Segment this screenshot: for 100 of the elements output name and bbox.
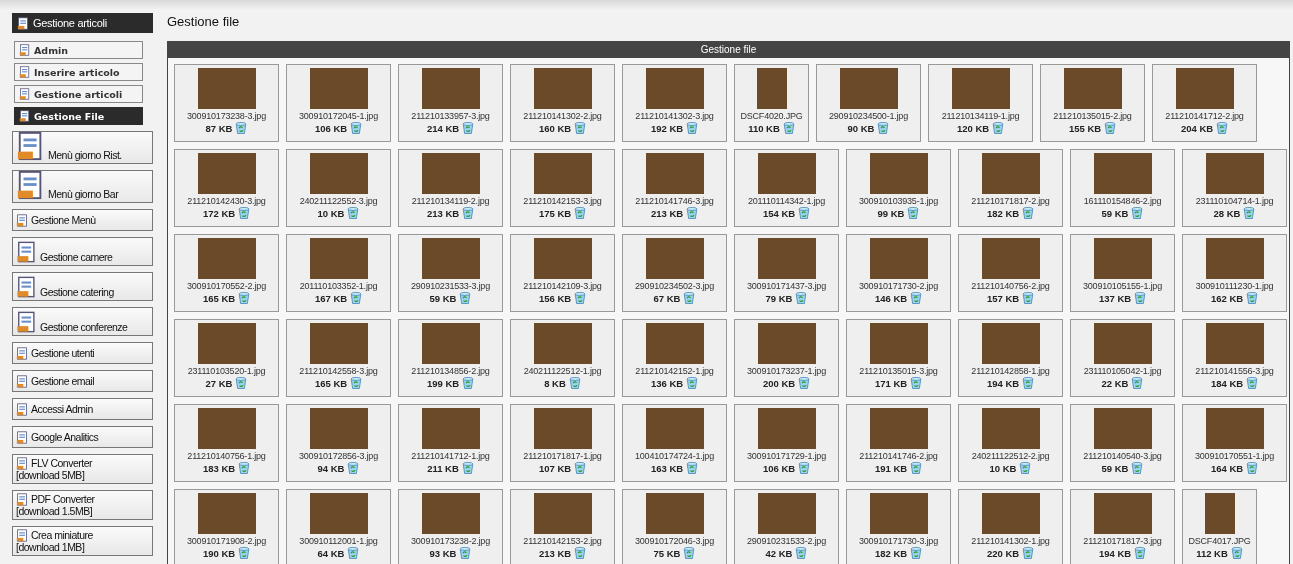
recycle-bin-icon[interactable] (910, 292, 923, 304)
recycle-bin-icon[interactable] (1131, 207, 1144, 219)
recycle-bin-icon[interactable] (907, 207, 920, 219)
file-size: 157 KB (986, 292, 1020, 304)
file-name: 300910103935-1.jpg (859, 196, 938, 206)
file-name: 231110105042-1.jpg (1083, 366, 1162, 376)
recycle-bin-icon[interactable] (992, 122, 1005, 134)
recycle-bin-icon[interactable] (1019, 462, 1032, 474)
recycle-bin-icon[interactable] (350, 122, 363, 134)
recycle-bin-icon[interactable] (462, 122, 475, 134)
menu-button[interactable]: Gestione catering (12, 272, 153, 301)
menu-button[interactable]: Gestione camere (12, 237, 153, 266)
recycle-bin-icon[interactable] (238, 547, 251, 559)
recycle-bin-icon[interactable] (1243, 207, 1256, 219)
recycle-bin-icon[interactable] (235, 377, 248, 389)
recycle-bin-icon[interactable] (910, 377, 923, 389)
recycle-bin-icon[interactable] (1230, 547, 1243, 559)
menu-button[interactable]: Accessi Admin (12, 398, 153, 420)
file-name: 211210171817-3.jpg (1083, 536, 1162, 546)
page-icon (16, 276, 38, 298)
section-header: Gestione articoli (12, 13, 153, 33)
recycle-bin-icon[interactable] (350, 377, 363, 389)
recycle-bin-icon[interactable] (1022, 547, 1035, 559)
page-icon (16, 430, 29, 444)
recycle-bin-icon[interactable] (347, 207, 360, 219)
file-size: 93 KB (429, 547, 457, 559)
submenu-item[interactable]: Gestione File (14, 107, 143, 125)
menu-button[interactable]: PDF Converter [download 1.5MB] (12, 490, 153, 520)
submenu-item[interactable]: Admin (14, 41, 143, 59)
menu-button[interactable]: Gestione email (12, 370, 153, 392)
recycle-bin-icon[interactable] (238, 292, 251, 304)
recycle-bin-icon[interactable] (347, 462, 360, 474)
recycle-bin-icon[interactable] (1022, 207, 1035, 219)
recycle-bin-icon[interactable] (1246, 292, 1259, 304)
recycle-bin-icon[interactable] (462, 207, 475, 219)
recycle-bin-icon[interactable] (235, 122, 248, 134)
menu-button[interactable]: Menù giorno Rist. (12, 131, 153, 164)
file-size: 59 KB (1101, 207, 1129, 219)
recycle-bin-icon[interactable] (798, 462, 811, 474)
submenu-item[interactable]: Gestione articoli (14, 85, 143, 103)
file-size: 59 KB (429, 292, 457, 304)
recycle-bin-icon[interactable] (910, 462, 923, 474)
page-icon (16, 493, 29, 506)
file-name: 231110104714-1.jpg (1195, 196, 1274, 206)
recycle-bin-icon[interactable] (459, 547, 472, 559)
recycle-bin-icon[interactable] (1134, 547, 1147, 559)
recycle-bin-icon[interactable] (350, 292, 363, 304)
recycle-bin-icon[interactable] (461, 462, 474, 474)
recycle-bin-icon[interactable] (238, 462, 251, 474)
menu-button[interactable]: Gestione utenti (12, 342, 153, 364)
menu-button[interactable]: Gestione Menù (12, 209, 153, 231)
file-size: 137 KB (1098, 292, 1132, 304)
menu-button[interactable]: FLV Converter [download 5MB] (12, 454, 153, 484)
file-name: DSCF4020.JPG (740, 111, 803, 121)
file-name: 300910173237-1.jpg (747, 366, 826, 376)
recycle-bin-icon[interactable] (238, 207, 251, 219)
recycle-bin-icon[interactable] (459, 292, 472, 304)
recycle-bin-icon[interactable] (1104, 122, 1117, 134)
recycle-bin-icon[interactable] (1216, 122, 1229, 134)
recycle-bin-icon[interactable] (1131, 462, 1144, 474)
recycle-bin-icon[interactable] (462, 377, 475, 389)
recycle-bin-icon[interactable] (1246, 377, 1259, 389)
recycle-bin-icon[interactable] (877, 122, 890, 134)
recycle-bin-icon[interactable] (1246, 462, 1259, 474)
photo-placeholder[interactable] (756, 68, 787, 109)
recycle-bin-icon[interactable] (574, 122, 587, 134)
menu-button[interactable]: Google Analitics (12, 426, 153, 448)
recycle-bin-icon[interactable] (910, 547, 923, 559)
recycle-bin-icon[interactable] (347, 547, 360, 559)
recycle-bin-icon[interactable] (1022, 292, 1035, 304)
recycle-bin-icon[interactable] (574, 462, 587, 474)
menu-button[interactable]: Gestione conferenze (12, 307, 153, 336)
file-size: 67 KB (653, 292, 681, 304)
file-size: 120 KB (956, 122, 990, 134)
recycle-bin-icon[interactable] (686, 462, 699, 474)
recycle-bin-icon[interactable] (686, 122, 699, 134)
recycle-bin-icon[interactable] (1022, 377, 1035, 389)
page-icon (19, 110, 31, 122)
recycle-bin-icon[interactable] (574, 207, 587, 219)
recycle-bin-icon[interactable] (782, 122, 795, 134)
recycle-bin-icon[interactable] (1131, 377, 1144, 389)
photo-placeholder[interactable] (1204, 493, 1235, 534)
file-size: 154 KB (762, 207, 796, 219)
recycle-bin-icon[interactable] (686, 207, 699, 219)
recycle-bin-icon[interactable] (683, 547, 696, 559)
recycle-bin-icon[interactable] (795, 547, 808, 559)
recycle-bin-icon[interactable] (798, 207, 811, 219)
recycle-bin-icon[interactable] (574, 292, 587, 304)
submenu-item[interactable]: Inserire articolo (14, 63, 143, 81)
recycle-bin-icon[interactable] (1134, 292, 1147, 304)
menu-button[interactable]: Crea miniature [download 1MB] (12, 526, 153, 556)
file-name: 211210142858-1.jpg (971, 366, 1050, 376)
recycle-bin-icon[interactable] (568, 377, 581, 389)
recycle-bin-icon[interactable] (683, 292, 696, 304)
recycle-bin-icon[interactable] (686, 377, 699, 389)
file-name: 100410174724-1.jpg (635, 451, 714, 461)
recycle-bin-icon[interactable] (574, 547, 587, 559)
recycle-bin-icon[interactable] (798, 377, 811, 389)
recycle-bin-icon[interactable] (795, 292, 808, 304)
menu-button[interactable]: Menù giorno Bar (12, 170, 153, 203)
